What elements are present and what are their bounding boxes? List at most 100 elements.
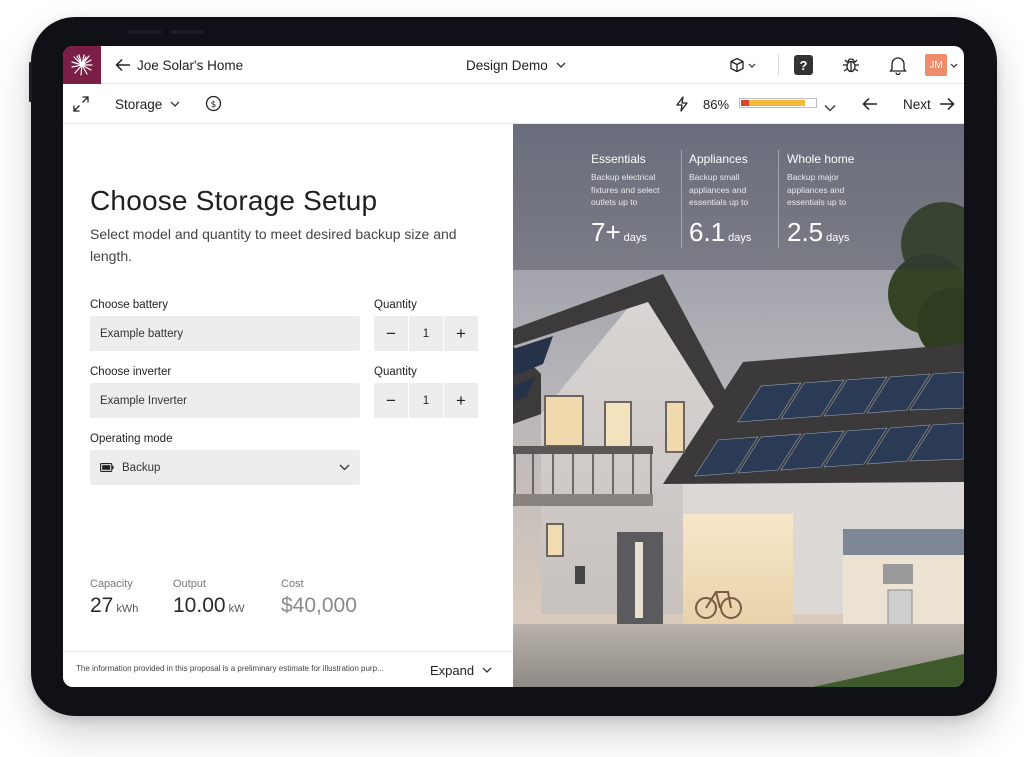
chevron-down-icon xyxy=(482,667,492,673)
output-stat: Output 10.00 kW xyxy=(173,578,244,618)
inverter-quantity-value[interactable]: 1 xyxy=(409,383,443,418)
bug-report-button[interactable] xyxy=(841,55,861,79)
operating-mode-label: Operating mode xyxy=(90,433,173,445)
energy-offset-indicator xyxy=(675,96,689,116)
notifications-button[interactable] xyxy=(889,55,907,79)
chevron-down-icon xyxy=(170,101,180,107)
house-preview: Essentials Backup electrical fixtures an… xyxy=(513,124,964,687)
expand-arrows-icon xyxy=(73,96,89,112)
cost-stat: Cost $40,000 xyxy=(281,578,357,618)
project-selector[interactable]: Design Demo xyxy=(466,46,566,84)
battery-decrement-button[interactable]: − xyxy=(374,316,408,351)
chevron-down-icon xyxy=(824,105,836,112)
backup-option-unit: days xyxy=(623,231,647,244)
capacity-value: 27 xyxy=(90,594,114,617)
battery-quantity-label: Quantity xyxy=(374,299,417,311)
arrow-left-icon xyxy=(115,58,130,72)
inverter-label: Choose inverter xyxy=(90,366,172,378)
arrow-left-icon xyxy=(862,97,877,111)
backup-option-value: 6.1 xyxy=(689,216,726,247)
progress-fill xyxy=(741,100,805,106)
backup-option-description: Backup small appliances and essentials u… xyxy=(689,172,749,207)
section-selector[interactable]: Storage xyxy=(115,84,180,124)
tablet-side-button xyxy=(29,62,32,102)
dollar-circle-icon: $ xyxy=(205,95,222,112)
chevron-down-icon xyxy=(950,63,958,68)
backup-option-title: Appliances xyxy=(689,152,748,166)
pricing-button[interactable]: $ xyxy=(205,95,222,116)
battery-quantity-stepper: − 1 + xyxy=(374,316,478,351)
operating-mode-select[interactable]: Backup xyxy=(90,450,360,485)
disclaimer-text: The information provided in this proposa… xyxy=(76,664,384,673)
next-label: Next xyxy=(903,96,931,112)
previous-step-button[interactable] xyxy=(862,96,878,115)
backup-option-title: Essentials xyxy=(591,152,646,166)
backup-divider xyxy=(778,150,779,248)
fullscreen-button[interactable] xyxy=(72,95,90,117)
arrow-right-icon xyxy=(939,97,955,111)
toolbar-divider xyxy=(778,54,779,76)
backup-divider xyxy=(681,150,682,248)
view-3d-menu[interactable] xyxy=(729,46,756,84)
battery-quantity-value[interactable]: 1 xyxy=(409,316,443,351)
backup-option-value: 7+ xyxy=(591,216,621,247)
capacity-stat: Capacity 27 kWh xyxy=(90,578,138,618)
backup-option-title: Whole home xyxy=(787,152,855,166)
page-subtitle: Select model and quantity to meet desire… xyxy=(90,226,457,264)
backup-option-whole-home: Whole home Backup major appliances and e… xyxy=(787,152,879,248)
backup-option-value: 2.5 xyxy=(787,216,824,247)
bell-icon xyxy=(889,57,907,76)
page-title: Choose Storage Setup xyxy=(90,185,378,216)
cost-label: Cost xyxy=(281,578,304,590)
expand-label: Expand xyxy=(430,662,475,678)
project-name: Design Demo xyxy=(466,57,548,73)
progress-accent xyxy=(741,100,749,106)
operating-mode-value: Backup xyxy=(122,461,161,474)
chevron-down-icon xyxy=(339,464,350,471)
inverter-increment-button[interactable]: + xyxy=(444,383,478,418)
backup-option-description: Backup electrical fixtures and select ou… xyxy=(591,172,660,207)
backup-option-unit: days xyxy=(826,231,850,244)
tablet-top-button xyxy=(128,30,162,34)
offset-percent: 86% xyxy=(703,96,730,112)
inverter-quantity-label: Quantity xyxy=(374,366,417,378)
cost-value: $40,000 xyxy=(281,594,357,617)
top-bar: Joe Solar's Home Design Demo ? JM xyxy=(63,46,964,84)
capacity-unit: kWh xyxy=(116,603,139,615)
chevron-down-icon xyxy=(556,62,566,68)
proposal-footer: The information provided in this proposa… xyxy=(63,651,513,687)
offset-progress-bar xyxy=(739,98,817,108)
sunburst-logo-icon xyxy=(71,54,93,76)
section-label: Storage xyxy=(115,96,163,112)
app-screen: Joe Solar's Home Design Demo ? JM Storag… xyxy=(63,46,964,687)
battery-increment-button[interactable]: + xyxy=(444,316,478,351)
progress-dropdown[interactable] xyxy=(824,97,836,116)
lightning-bolt-icon xyxy=(676,96,688,112)
back-link[interactable]: Joe Solar's Home xyxy=(115,46,243,84)
backup-option-unit: days xyxy=(728,231,752,244)
output-unit: kW xyxy=(228,603,245,615)
help-button[interactable]: ? xyxy=(794,55,813,75)
inverter-select[interactable]: Example Inverter xyxy=(90,383,360,418)
tablet-top-button xyxy=(170,30,204,34)
home-name: Joe Solar's Home xyxy=(137,57,244,73)
user-menu[interactable]: JM xyxy=(925,54,958,76)
expand-button[interactable]: Expand xyxy=(430,652,492,687)
capacity-label: Capacity xyxy=(90,578,133,590)
inverter-decrement-button[interactable]: − xyxy=(374,383,408,418)
backup-option-appliances: Appliances Backup small appliances and e… xyxy=(689,152,781,248)
next-step-button[interactable]: Next xyxy=(903,84,955,124)
inverter-quantity-stepper: − 1 + xyxy=(374,383,478,418)
battery-select[interactable]: Example battery xyxy=(90,316,360,351)
bug-icon xyxy=(843,58,859,73)
battery-label: Choose battery xyxy=(90,299,168,311)
avatar: JM xyxy=(925,54,947,76)
backup-option-description: Backup major appliances and essentials u… xyxy=(787,172,847,207)
step-bar: Storage $ 86% Next xyxy=(63,84,964,124)
cube-icon xyxy=(730,57,744,73)
output-value: 10.00 xyxy=(173,594,226,617)
chevron-down-icon xyxy=(748,63,756,68)
output-label: Output xyxy=(173,578,207,590)
brand-logo[interactable] xyxy=(63,46,101,84)
battery-icon xyxy=(100,463,114,472)
